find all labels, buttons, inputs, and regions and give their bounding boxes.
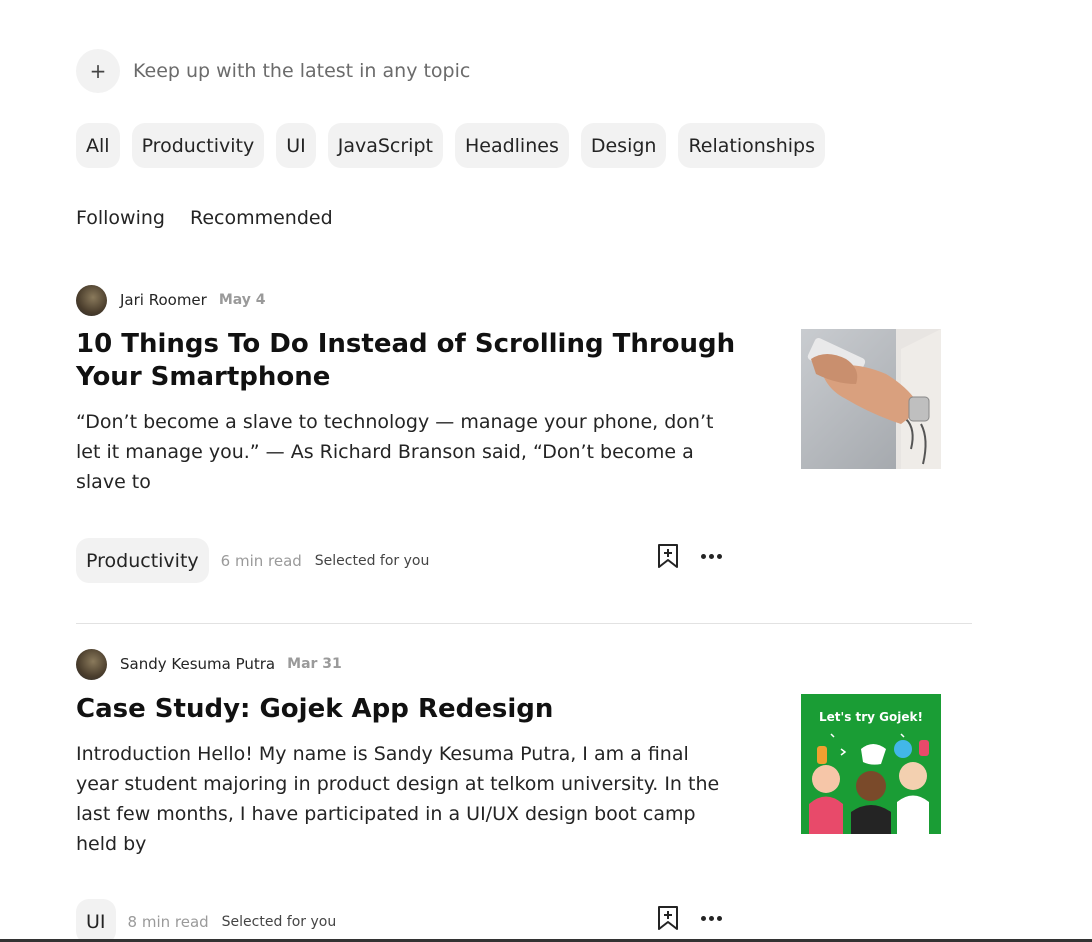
read-time: 6 min read — [220, 551, 302, 570]
divider — [76, 623, 972, 624]
hands-holding-phone-photo-icon — [801, 329, 941, 469]
avatar[interactable] — [76, 284, 107, 316]
selected-for-you: Selected for you — [314, 552, 430, 569]
article-excerpt[interactable]: Introduction Hello! My name is Sandy Kes… — [76, 739, 726, 859]
tab-following[interactable]: Following — [76, 207, 165, 229]
more-options-icon[interactable] — [698, 905, 724, 931]
article-tag[interactable]: Productivity — [76, 538, 209, 583]
chip-relationships[interactable]: Relationships — [678, 123, 825, 168]
article-tag[interactable]: UI — [76, 899, 116, 942]
thumbnail-text: Let's try Gojek! — [819, 710, 923, 724]
read-time: 8 min read — [127, 912, 209, 931]
feed-tabs: Following Recommended — [76, 207, 358, 229]
add-topic-button[interactable]: + — [76, 49, 120, 93]
tab-recommended[interactable]: Recommended — [190, 207, 333, 229]
publish-date: Mar 31 — [287, 656, 342, 672]
chip-ui[interactable]: UI — [276, 123, 316, 168]
article-meta: UI 8 min read Selected for you — [76, 899, 336, 942]
publish-date: May 4 — [218, 292, 266, 308]
article-card[interactable]: Sandy Kesuma Putra Mar 31 Case Study: Go… — [76, 648, 976, 942]
author-name[interactable]: Sandy Kesuma Putra — [120, 655, 275, 673]
topic-prompt-text: Keep up with the latest in any topic — [133, 60, 471, 82]
article-thumbnail[interactable]: Let's try Gojek! — [801, 694, 941, 834]
chip-all[interactable]: All — [76, 123, 120, 168]
topic-chips: All Productivity UI JavaScript Headlines… — [76, 123, 837, 168]
topic-prompt[interactable]: + Keep up with the latest in any topic — [76, 49, 470, 93]
chip-productivity[interactable]: Productivity — [131, 123, 265, 168]
more-options-icon[interactable] — [698, 543, 724, 569]
selected-for-you: Selected for you — [221, 913, 337, 930]
author-row: Jari Roomer May 4 — [76, 284, 976, 316]
article-thumbnail[interactable] — [801, 329, 941, 469]
chip-design[interactable]: Design — [580, 123, 667, 168]
chip-headlines[interactable]: Headlines — [454, 123, 569, 168]
bookmark-add-icon[interactable] — [655, 905, 681, 931]
gojek-illustration-icon: Let's try Gojek! — [801, 694, 941, 834]
bookmark-add-icon[interactable] — [655, 543, 681, 569]
article-meta: Productivity 6 min read Selected for you — [76, 538, 429, 583]
chip-javascript[interactable]: JavaScript — [327, 123, 443, 168]
article-title[interactable]: Case Study: Gojek App Redesign — [76, 693, 736, 726]
article-card[interactable]: Jari Roomer May 4 10 Things To Do Instea… — [76, 284, 976, 595]
author-name[interactable]: Jari Roomer — [120, 291, 207, 309]
article-excerpt[interactable]: “Don’t become a slave to technology — ma… — [76, 407, 726, 497]
article-title[interactable]: 10 Things To Do Instead of Scrolling Thr… — [76, 328, 736, 394]
avatar[interactable] — [76, 648, 107, 680]
author-row: Sandy Kesuma Putra Mar 31 — [76, 648, 976, 680]
